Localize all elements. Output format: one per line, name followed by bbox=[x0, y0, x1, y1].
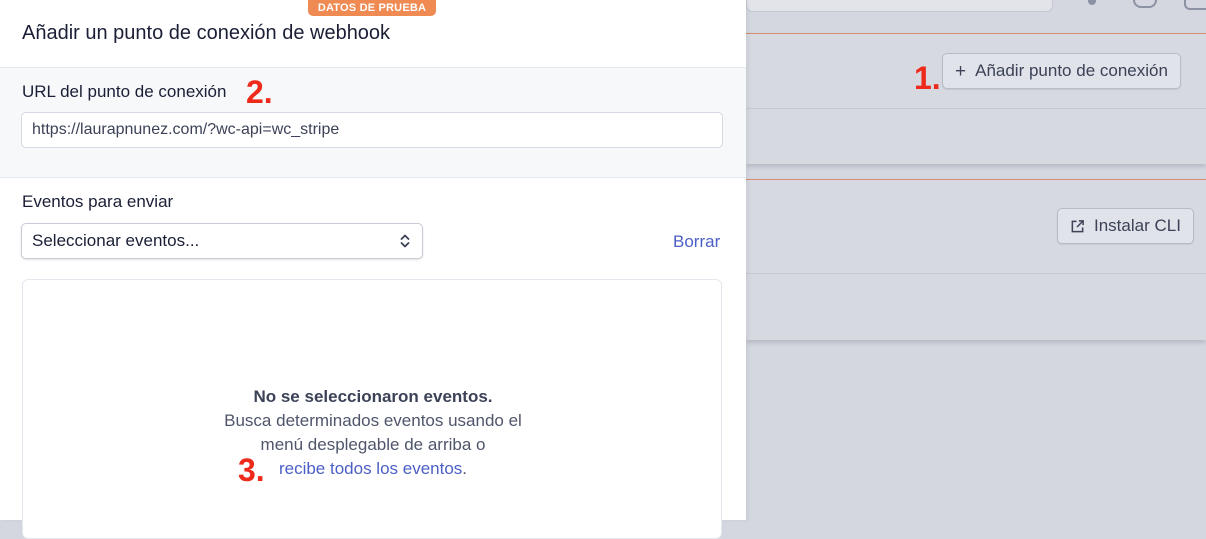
annotation-number-1: 1. bbox=[914, 60, 941, 96]
add-endpoint-button[interactable]: + Añadir punto de conexión bbox=[942, 53, 1181, 89]
empty-state-text: Busca determinados eventos usando el bbox=[224, 411, 522, 430]
empty-state-link-row: recibe todos los eventos. bbox=[23, 459, 723, 479]
link-punctuation: . bbox=[462, 459, 468, 478]
install-cli-label: Instalar CLI bbox=[1094, 216, 1181, 235]
row-divider bbox=[746, 108, 1206, 109]
select-events-dropdown[interactable]: Seleccionar eventos... bbox=[21, 223, 423, 259]
local-listeners-card bbox=[746, 179, 1206, 340]
row-divider bbox=[746, 273, 1206, 274]
endpoint-url-label: URL del punto de conexión bbox=[22, 82, 227, 101]
empty-state-title: No se seleccionaron eventos. bbox=[253, 387, 493, 406]
selected-events-panel: No se seleccionaron eventos. Busca deter… bbox=[22, 279, 722, 539]
chevron-up-down-icon bbox=[398, 232, 412, 250]
section-divider bbox=[0, 177, 746, 178]
background-settings-icon bbox=[1184, 0, 1206, 10]
drawer-title: Añadir un punto de conexión de webhook bbox=[22, 22, 391, 44]
add-endpoint-label: Añadir punto de conexión bbox=[975, 61, 1168, 80]
select-events-placeholder: Seleccionar eventos... bbox=[32, 231, 200, 250]
background-search-bar bbox=[746, 0, 1053, 12]
endpoint-url-input[interactable] bbox=[21, 112, 723, 148]
empty-state-text: menú desplegable de arriba o bbox=[260, 435, 486, 454]
install-cli-button[interactable]: Instalar CLI bbox=[1057, 208, 1194, 244]
annotation-number-2: 2. bbox=[246, 74, 273, 110]
test-data-badge: DATOS DE PRUEBA bbox=[308, 0, 436, 16]
external-link-icon bbox=[1070, 219, 1085, 234]
events-to-send-label: Eventos para enviar bbox=[22, 192, 174, 211]
add-webhook-endpoint-drawer: DATOS DE PRUEBA Añadir un punto de conex… bbox=[0, 0, 746, 539]
clear-events-link[interactable]: Borrar bbox=[673, 232, 720, 252]
receive-all-events-link[interactable]: recibe todos los eventos bbox=[279, 459, 462, 478]
plus-icon: + bbox=[955, 60, 967, 82]
annotation-number-3: 3. bbox=[238, 452, 265, 488]
